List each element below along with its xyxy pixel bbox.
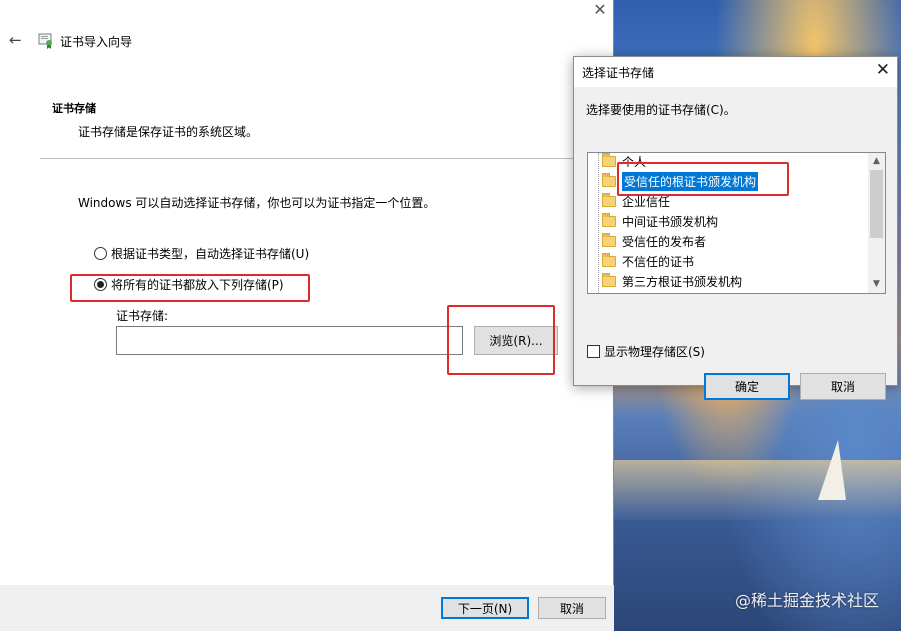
folder-icon <box>602 232 616 247</box>
annotation-browse-highlight <box>447 305 555 375</box>
section-description: 证书存储是保存证书的系统区域。 <box>78 125 259 139</box>
radio-auto-select[interactable]: 根据证书类型，自动选择证书存储(U) <box>94 245 309 262</box>
cancel-button[interactable]: 取消 <box>538 597 606 619</box>
wallpaper-lake <box>613 460 901 520</box>
radio-button[interactable] <box>94 247 107 260</box>
store-field[interactable] <box>116 326 463 355</box>
show-physical-checkbox[interactable] <box>587 345 600 358</box>
close-icon[interactable]: ✕ <box>591 2 609 18</box>
section-title: 证书存储 <box>52 102 96 115</box>
tree-item-intermediate[interactable]: 中间证书颁发机构 <box>602 212 718 230</box>
ok-button[interactable]: 确定 <box>704 373 790 400</box>
tree-item-label: 第三方根证书颁发机构 <box>622 274 743 289</box>
select-store-dialog: 选择证书存储 ✕ 选择要使用的证书存储(C)。 个人 受信任的根证书颁发机构 企… <box>573 56 898 400</box>
tree-item-trusted-publishers[interactable]: 受信任的发布者 <box>602 232 706 250</box>
dialog-close-icon[interactable]: ✕ <box>876 60 890 80</box>
dialog-prompt: 选择要使用的证书存储(C)。 <box>586 103 736 117</box>
show-physical-stores[interactable]: 显示物理存储区(S) <box>587 343 705 360</box>
tree-item-label: 受信任的发布者 <box>622 234 707 249</box>
folder-icon <box>602 172 616 187</box>
radio-auto-label: 根据证书类型，自动选择证书存储(U) <box>111 247 310 261</box>
tree-item-label: 中间证书颁发机构 <box>622 214 719 229</box>
show-physical-label: 显示物理存储区(S) <box>604 345 705 359</box>
scroll-up-icon[interactable]: ▲ <box>868 153 885 170</box>
store-label: 证书存储: <box>116 309 169 323</box>
scroll-thumb[interactable] <box>870 170 883 238</box>
annotation-radio-highlight <box>70 274 310 302</box>
folder-icon <box>602 272 616 287</box>
wallpaper-sailboat <box>818 440 846 500</box>
divider <box>40 158 574 159</box>
wizard-title: 证书导入向导 <box>60 35 133 49</box>
scroll-down-icon[interactable]: ▼ <box>868 276 885 293</box>
tree-item-label: 不信任的证书 <box>622 254 695 269</box>
next-button[interactable]: 下一页(N) <box>441 597 529 619</box>
dialog-body: 选择要使用的证书存储(C)。 个人 受信任的根证书颁发机构 企业信任 中间证书颁… <box>574 87 897 400</box>
tree-item-third-party-root[interactable]: 第三方根证书颁发机构 <box>602 272 742 290</box>
dialog-cancel-button[interactable]: 取消 <box>800 373 886 400</box>
annotation-trusted-root-highlight <box>617 162 789 196</box>
tree-item-untrusted[interactable]: 不信任的证书 <box>602 252 694 270</box>
folder-icon <box>602 212 616 227</box>
dialog-title: 选择证书存储 <box>582 66 655 80</box>
folder-icon <box>602 252 616 267</box>
back-arrow-icon[interactable]: ← <box>9 32 25 48</box>
folder-icon <box>602 153 616 167</box>
tree-guide-line <box>598 153 599 293</box>
info-text: Windows 可以自动选择证书存储，你也可以为证书指定一个位置。 <box>78 196 436 210</box>
folder-icon <box>602 192 616 207</box>
certificate-icon <box>38 33 52 49</box>
tree-scrollbar[interactable]: ▲ ▼ <box>868 153 885 293</box>
watermark: @稀土掘金技术社区 <box>734 591 879 610</box>
